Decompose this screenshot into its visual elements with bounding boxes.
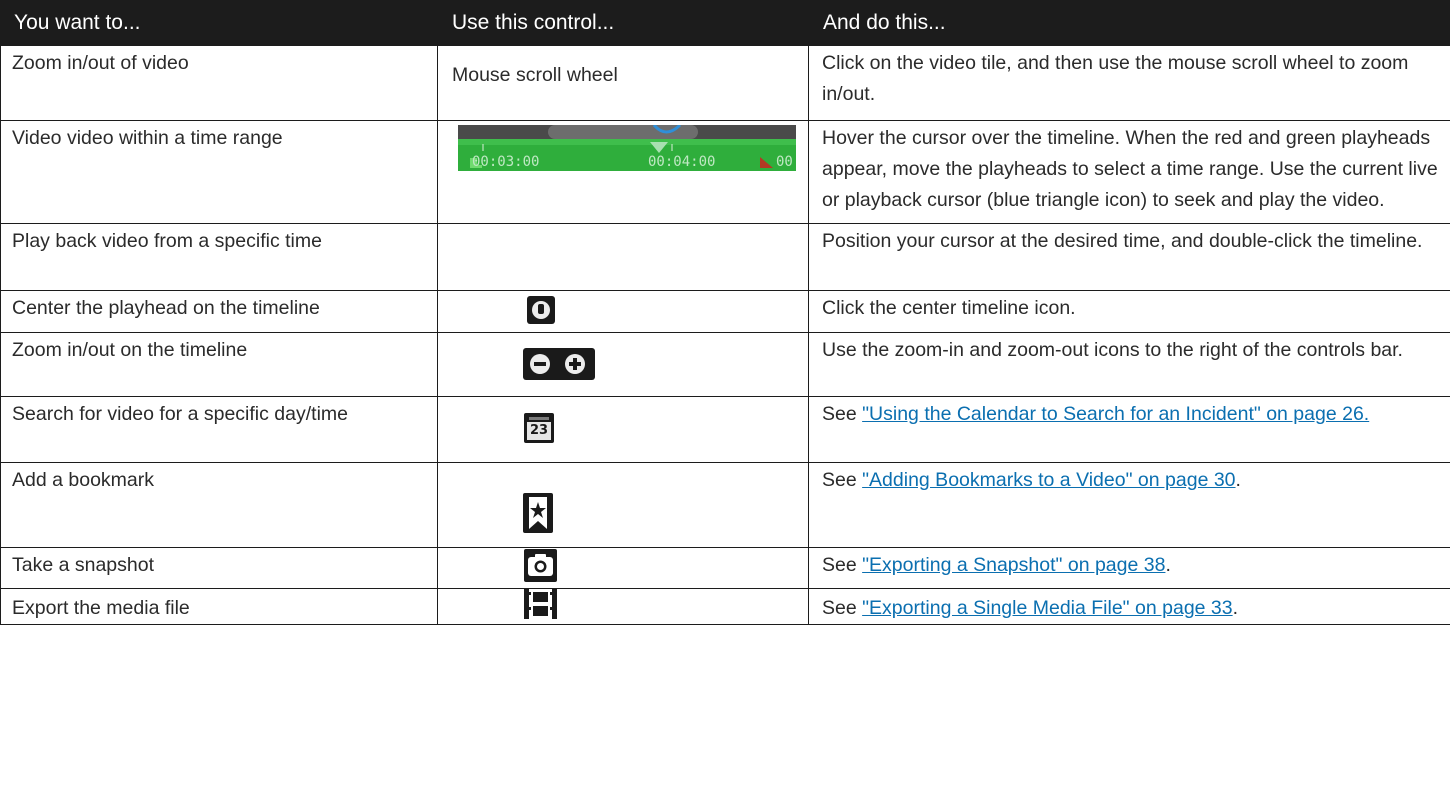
header-control: Use this control... [437,0,809,46]
control-cell [437,547,809,589]
bookmark-icon[interactable] [523,493,553,533]
header-action: And do this... [808,0,1450,46]
want-cell: Search for video for a specific day/time [0,396,438,463]
table-row: Center the playhead on the timeline Clic… [0,290,1450,333]
action-cell: Use the zoom-in and zoom-out icons to th… [808,332,1450,397]
action-cell: Position your cursor at the desired time… [808,223,1450,291]
camera-icon[interactable] [524,549,557,582]
center-timeline-icon[interactable] [527,296,555,324]
table-row: Add a bookmark See "Adding Bookmarks to … [0,462,1450,548]
calendar-icon[interactable]: 23 [524,413,554,443]
header-want: You want to... [0,0,438,46]
timeline-strip-icon: 00:03:00 00:04:00 00 [458,125,796,171]
control-cell [437,588,809,625]
table-row: Zoom in/out on the timeline Use the zoom… [0,332,1450,397]
action-cell: See "Adding Bookmarks to a Video" on pag… [808,462,1450,548]
action-cell: See "Exporting a Snapshot" on page 38. [808,547,1450,589]
calendar-day: 23 [527,422,551,440]
controls-table: You want to... Use this control... And d… [0,0,1450,625]
control-cell: Mouse scroll wheel [437,45,809,121]
control-cell [437,462,809,548]
header-row: You want to... Use this control... And d… [0,0,1450,46]
control-cell [437,223,809,291]
timeline-tick-label: 00:04:00 [648,154,715,170]
want-cell: Play back video from a specific time [0,223,438,291]
control-cell: 00:03:00 00:04:00 00 [437,120,809,224]
action-cell: Click the center timeline icon. [808,290,1450,333]
want-cell: Zoom in/out on the timeline [0,332,438,397]
control-text: Mouse scroll wheel [452,64,618,86]
timeline-tick-label: 00 [776,154,793,170]
bookmarks-link[interactable]: "Adding Bookmarks to a Video" on page 30 [862,469,1235,491]
want-cell: Zoom in/out of video [0,45,438,121]
control-cell [437,332,809,397]
want-cell: Take a snapshot [0,547,438,589]
action-cell: See "Exporting a Single Media File" on p… [808,588,1450,625]
action-cell: Hover the cursor over the timeline. When… [808,120,1450,224]
media-file-link[interactable]: "Exporting a Single Media File" on page … [862,597,1233,619]
table-row: Zoom in/out of video Mouse scroll wheel … [0,45,1450,121]
action-cell: See "Using the Calendar to Search for an… [808,396,1450,463]
zoom-in-icon[interactable] [573,358,577,370]
want-cell: Video video within a time range [0,120,438,224]
control-cell [437,290,809,333]
table-row: Take a snapshot See "Exporting a Snapsho… [0,547,1450,589]
want-cell: Center the playhead on the timeline [0,290,438,333]
table-row: Play back video from a specific time Pos… [0,223,1450,291]
timeline-tick-label: 00:03:00 [472,154,539,170]
action-cell: Click on the video tile, and then use th… [808,45,1450,121]
film-icon[interactable] [524,589,557,619]
calendar-search-link[interactable]: "Using the Calendar to Search for an Inc… [862,403,1369,425]
snapshot-link[interactable]: "Exporting a Snapshot" on page 38 [862,554,1165,576]
zoom-out-icon[interactable] [523,348,595,380]
table-row: Export the media file See "Exporting a S [0,588,1450,625]
control-cell: 23 [437,396,809,463]
want-cell: Export the media file [0,588,438,625]
want-cell: Add a bookmark [0,462,438,548]
table-row: Search for video for a specific day/time… [0,396,1450,463]
table-row: Video video within a time range 00:03:00… [0,120,1450,224]
